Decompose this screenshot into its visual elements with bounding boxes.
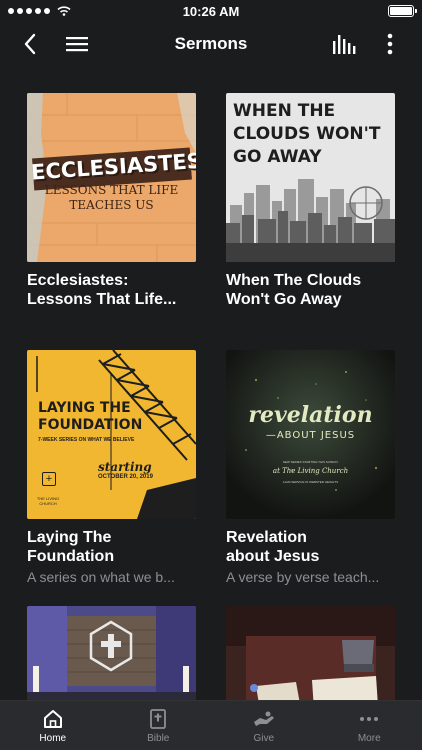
artwork-small2: 11AM SERVICE IN WEBSTER HEIGHTS bbox=[282, 480, 339, 484]
home-icon bbox=[43, 709, 62, 728]
sermon-description: A series on what we b... bbox=[27, 569, 175, 585]
more-vertical-icon bbox=[387, 33, 393, 55]
sermon-artwork: ECCLESIASTES LESSONS THAT LIFE TEACHES U… bbox=[27, 93, 196, 262]
artwork-subtitle: LESSONS THAT LIFE TEACHES US bbox=[44, 183, 179, 212]
sermon-artwork: revelation —ABOUT JESUS NEW SERIES START… bbox=[226, 350, 395, 519]
artwork-subtitle: —ABOUT JESUS bbox=[265, 430, 356, 441]
tab-more[interactable]: More bbox=[317, 701, 422, 750]
tab-label: Give bbox=[253, 732, 275, 744]
artwork-church: THE LIVING CHURCH bbox=[36, 496, 60, 506]
tab-home[interactable]: Home bbox=[0, 701, 106, 750]
equalizer-icon bbox=[333, 35, 356, 54]
tab-label: Bible bbox=[147, 732, 170, 744]
artwork-starting: starting bbox=[98, 460, 152, 474]
tab-label: Home bbox=[39, 732, 67, 744]
status-bar: 10:26 AM bbox=[0, 0, 422, 22]
overflow-button[interactable] bbox=[376, 30, 404, 58]
back-button[interactable] bbox=[16, 30, 44, 58]
tab-bar: Home Bible Give More bbox=[0, 700, 422, 750]
give-icon bbox=[253, 711, 274, 726]
bible-icon bbox=[150, 708, 167, 729]
hamburger-icon bbox=[66, 37, 88, 52]
artwork-title: WHEN THE CLOUDS WON'T GO AWAY bbox=[233, 101, 381, 167]
audio-button[interactable] bbox=[330, 30, 358, 58]
tab-give[interactable]: Give bbox=[211, 701, 317, 750]
battery-icon bbox=[388, 5, 417, 17]
artwork-small1: NEW SERIES STARTING THIS SUNDAY bbox=[282, 460, 339, 464]
sermon-title: When The Clouds Won't Go Away bbox=[226, 272, 362, 308]
signal-icon bbox=[8, 6, 71, 16]
church-logo-icon: + bbox=[42, 472, 56, 486]
sermon-title: Laying The Foundation bbox=[27, 529, 115, 565]
artwork-tagline: 7-WEEK SERIES ON WHAT WE BELIEVE bbox=[38, 437, 135, 443]
sermon-card-clouds[interactable]: WHEN THE CLOUDS WON'T GO AWAY When The C… bbox=[226, 93, 395, 309]
artwork-date: OCTOBER 20, 2019 bbox=[98, 474, 153, 480]
tab-bible[interactable]: Bible bbox=[106, 701, 212, 750]
sermon-artwork: WHEN THE CLOUDS WON'T GO AWAY bbox=[226, 93, 395, 262]
sermon-title: Ecclesiastes: Lessons That Life... bbox=[27, 272, 177, 308]
artwork-script: at The Living Church bbox=[272, 467, 349, 475]
artwork-title: revelation bbox=[248, 402, 373, 428]
more-icon bbox=[360, 716, 379, 721]
nav-bar: Sermons bbox=[0, 22, 422, 66]
sermon-card-foundation[interactable]: LAYING THE FOUNDATION 7-WEEK SERIES ON W… bbox=[27, 350, 196, 586]
sermon-card-ecclesiastes[interactable]: ECCLESIASTES LESSONS THAT LIFE TEACHES U… bbox=[27, 93, 196, 309]
sermon-title: Revelation about Jesus bbox=[226, 529, 320, 565]
sermon-card-revelation[interactable]: revelation —ABOUT JESUS NEW SERIES START… bbox=[226, 350, 395, 586]
chevron-left-icon bbox=[24, 33, 36, 55]
sermon-description: A verse by verse teach... bbox=[226, 569, 380, 585]
artwork-title: LAYING THE FOUNDATION bbox=[38, 400, 143, 433]
tab-label: More bbox=[357, 732, 381, 744]
sermon-artwork: LAYING THE FOUNDATION 7-WEEK SERIES ON W… bbox=[27, 350, 196, 519]
menu-button[interactable] bbox=[63, 30, 91, 58]
